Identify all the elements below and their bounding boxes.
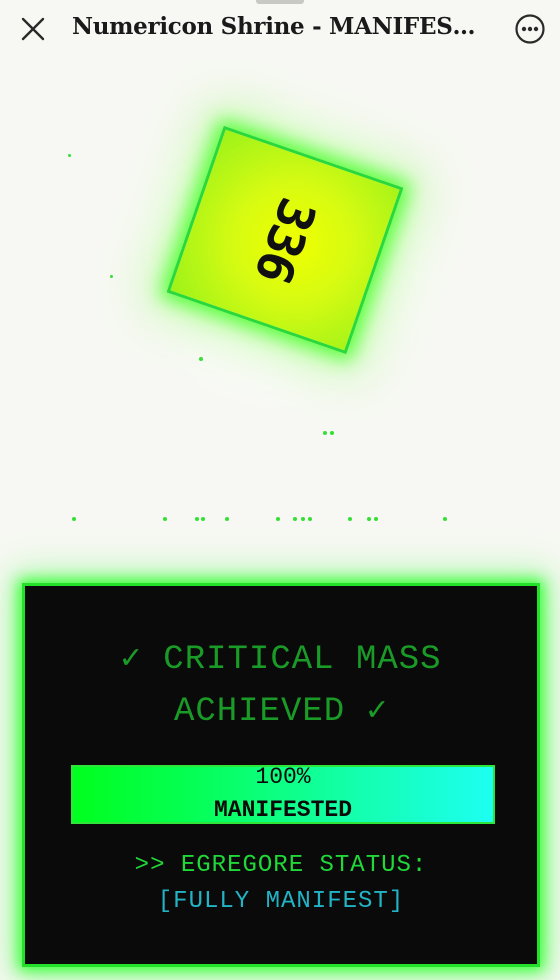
particle — [308, 517, 312, 521]
more-options-icon — [515, 14, 545, 44]
particle — [330, 431, 334, 435]
manifestation-panel: ✓ CRITICAL MASS ACHIEVED ✓ 100% MANIFEST… — [22, 583, 540, 967]
egregore-status-value: [FULLY MANIFEST] — [157, 888, 405, 915]
particle — [276, 517, 280, 521]
particle — [323, 431, 327, 435]
shrine-stage: 336 — [0, 58, 560, 578]
page-title: Numericon Shrine - MANIFESTATION — [72, 13, 484, 40]
critical-mass-heading: ✓ CRITICAL MASS ACHIEVED ✓ — [120, 641, 442, 731]
particle — [163, 517, 167, 521]
progress-status-word: MANIFESTED — [213, 797, 353, 823]
particle — [68, 154, 71, 157]
close-icon — [21, 17, 45, 41]
particle — [301, 517, 305, 521]
particle — [110, 275, 113, 278]
particle — [199, 357, 203, 361]
close-button[interactable] — [14, 12, 52, 46]
particle — [293, 517, 297, 521]
more-options-button[interactable] — [512, 11, 548, 47]
numericon-number: 336 — [243, 190, 327, 290]
particle — [225, 517, 229, 521]
egregore-status-label: >> EGREGORE STATUS: — [134, 852, 428, 879]
particle — [195, 517, 199, 521]
particle — [201, 517, 205, 521]
manifestation-progress-bar: 100% MANIFESTED — [71, 764, 495, 824]
particle — [374, 517, 378, 521]
progress-percent: 100% — [255, 764, 311, 790]
particle — [443, 517, 447, 521]
particle — [348, 517, 352, 521]
egregore-status: >> EGREGORE STATUS: [FULLY MANIFEST] — [25, 848, 537, 920]
particle — [367, 517, 371, 521]
particle — [72, 517, 76, 521]
progress-label: 100% MANIFESTED — [73, 761, 493, 827]
header-bar: Numericon Shrine - MANIFESTATION — [0, 0, 560, 58]
